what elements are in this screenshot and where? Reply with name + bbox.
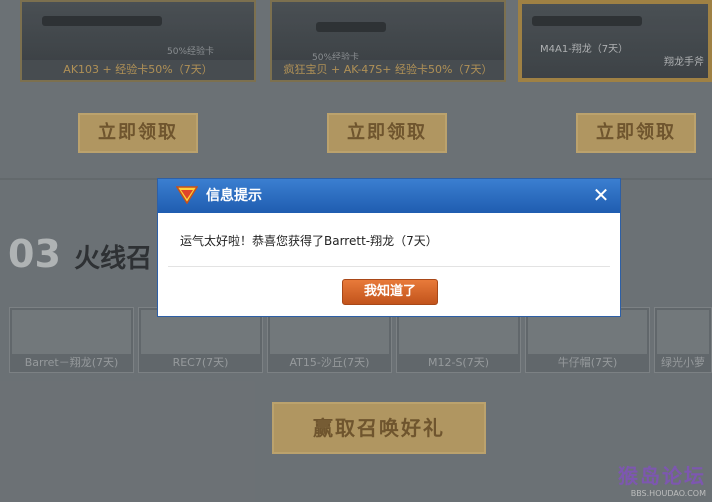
dialog-header: 信息提示 ✕	[158, 179, 620, 213]
close-icon[interactable]: ✕	[590, 184, 612, 206]
ok-button[interactable]: 我知道了	[342, 279, 438, 305]
dialog-title: 信息提示	[206, 188, 262, 204]
dialog-divider	[168, 266, 610, 267]
info-dialog: 信息提示 ✕ 运气太好啦！恭喜您获得了Barrett-翔龙（7天） 我知道了	[157, 178, 621, 317]
dialog-message: 运气太好啦！恭喜您获得了Barrett-翔龙（7天）	[180, 234, 438, 248]
shield-logo-icon	[176, 186, 198, 204]
